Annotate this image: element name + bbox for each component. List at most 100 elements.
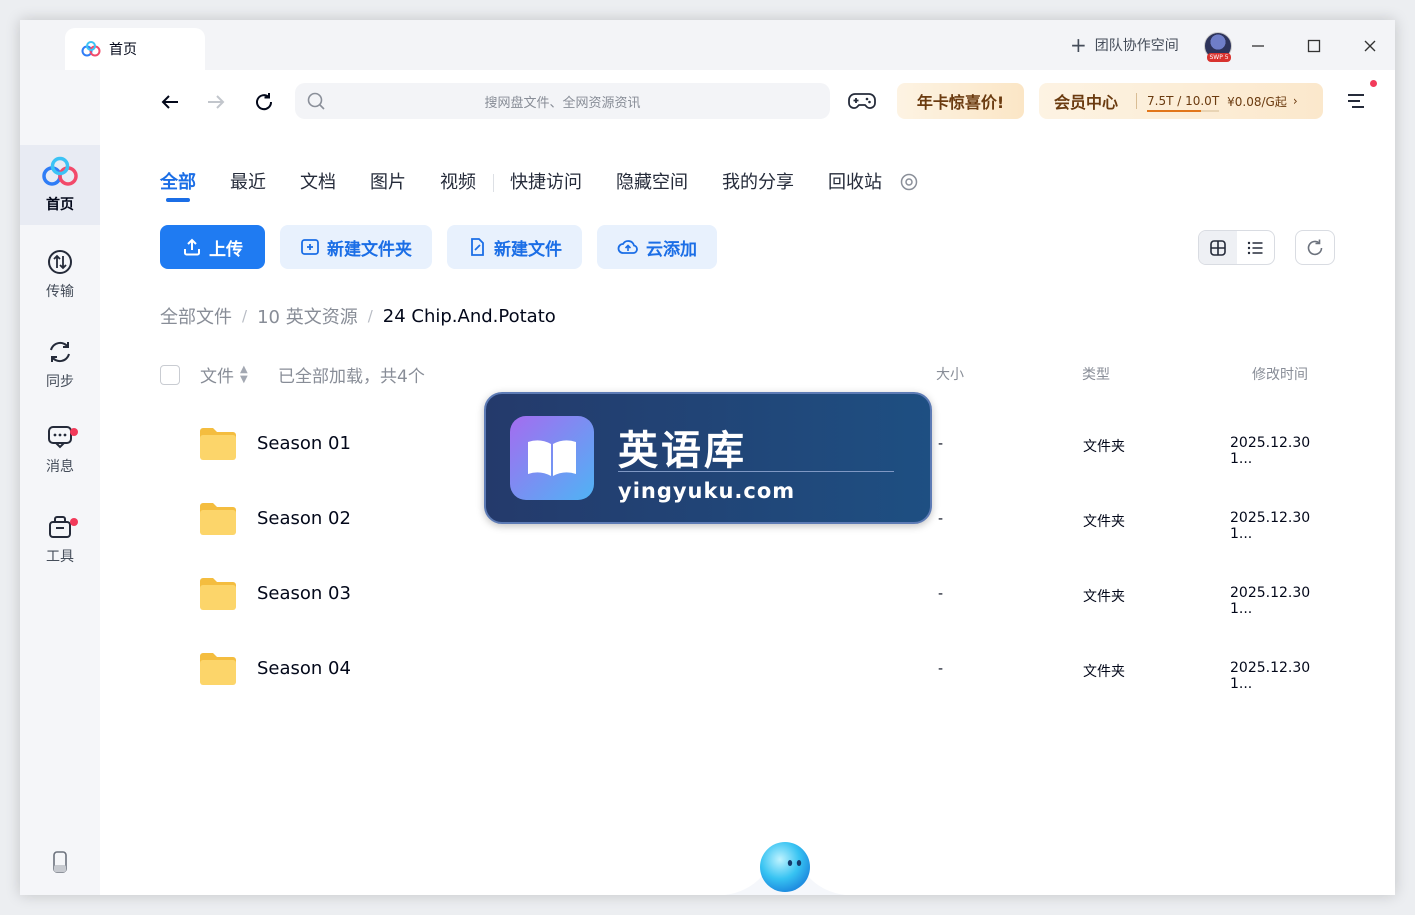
breadcrumb-separator: / [367,307,373,325]
upload-button[interactable]: 上传 [160,225,265,269]
tab-videos[interactable]: 视频 [440,168,494,194]
category-tabs: 全部 最近 文档 图片 视频 快捷访问 隐藏空间 我的分享 回收站 [160,166,918,202]
menu-icon[interactable] [1345,90,1367,112]
new-folder-label: 新建文件夹 [327,239,412,260]
vip-center-label: 会员中心 [1054,93,1119,112]
tab-label: 回收站 [828,172,882,193]
list-view-icon [1248,241,1263,254]
notification-dot [1370,80,1377,87]
toolbox-icon [49,516,71,538]
tab-my-shares[interactable]: 我的分享 [722,168,794,194]
cloud-add-button[interactable]: 云添加 [597,225,717,269]
sidebar-item-tools[interactable]: 工具 [20,500,100,580]
file-type: 文件夹 [1083,589,1125,605]
file-column-header[interactable]: 文件 ▲ ▼ [200,362,248,387]
cloud-upload-icon [617,240,638,254]
vip-center-button[interactable]: 会员中心 7.5T / 10.0T ¥0.08/G起 › [1039,83,1323,119]
file-name[interactable]: Season 02 [257,508,351,529]
tab-pictures[interactable]: 图片 [370,168,406,194]
minimize-button[interactable] [1244,32,1272,60]
baidu-netdisk-logo-icon [42,156,78,186]
chevron-right-icon: › [1292,94,1298,108]
breadcrumb-item[interactable]: 全部文件 [160,303,232,329]
list-view-button[interactable] [1237,231,1275,264]
search-placeholder: 搜网盘文件、全网资源资讯 [484,95,641,111]
tab-hidden-space[interactable]: 隐藏空间 [616,168,688,194]
divider [618,471,894,472]
new-file-button[interactable]: 新建文件 [447,225,582,269]
breadcrumb: 全部文件 / 10 英文资源 / 24 Chip.And.Potato [160,303,556,329]
size-column-header[interactable]: 大小 [936,364,964,384]
storage-quota-text: 7.5T / 10.0T [1147,94,1220,108]
watermark-title: 英语库 [618,428,747,474]
folder-icon [200,428,236,460]
modified-time-column-header[interactable]: 修改时间 [1252,364,1308,384]
type-column-header[interactable]: 类型 [1082,364,1110,384]
new-file-icon [471,238,484,256]
promo-annual-card-button[interactable]: 年卡惊喜价! [897,83,1024,119]
tab-label: 隐藏空间 [616,172,688,193]
watermark-banner: 英语库 yingyuku.com [484,392,932,524]
new-folder-button[interactable]: 新建文件夹 [280,225,432,269]
file-name[interactable]: Season 03 [257,583,351,604]
file-name[interactable]: Season 01 [257,433,351,454]
watermark-url: yingyuku.com [618,479,796,503]
file-type: 文件夹 [1083,514,1125,530]
refresh-icon[interactable] [252,90,276,114]
baidu-netdisk-logo-icon [81,41,101,57]
sidebar: 首页 传输 同步 消息 工具 [20,70,100,895]
file-type: 文件夹 [1083,439,1125,455]
table-row[interactable]: Season 03 - 文件夹 2025.12.30 1... [160,558,1335,633]
tab-recent[interactable]: 最近 [230,168,266,194]
avatar-badge: SWP 5 [1207,53,1231,62]
tab-label: 全部 [160,172,196,193]
grid-view-button[interactable] [1199,231,1237,264]
assistant-mascot-icon[interactable] [715,815,855,895]
file-modified-time: 2025.12.30 1... [1230,510,1311,542]
sidebar-item-label: 传输 [46,284,74,300]
tab-quick-access[interactable]: 快捷访问 [510,168,582,194]
forward-arrow-icon[interactable] [204,90,228,114]
search-icon [307,92,325,110]
avatar[interactable]: SWP 5 [1204,32,1232,62]
active-underline [166,198,190,202]
mobile-device-icon[interactable] [50,851,70,873]
refresh-list-button[interactable] [1295,230,1335,265]
sidebar-item-sync[interactable]: 同步 [20,325,100,405]
cloud-add-label: 云添加 [646,239,697,260]
select-all-checkbox[interactable] [160,365,180,385]
new-folder-icon [301,239,319,255]
close-button[interactable] [1356,32,1384,60]
tab-label: 首页 [109,42,137,58]
tab-home[interactable]: 首页 [65,28,205,70]
divider [1136,93,1138,109]
gamepad-icon[interactable] [848,89,876,113]
grid-view-icon [1209,239,1226,256]
team-space-button[interactable]: + 团队协作空间 [1070,34,1179,56]
promo-label: 年卡惊喜价! [916,93,1005,112]
file-modified-time: 2025.12.30 1... [1230,660,1311,692]
breadcrumb-item[interactable]: 10 英文资源 [257,303,358,329]
tab-recycle-bin[interactable]: 回收站 [828,168,882,194]
table-row[interactable]: Season 04 - 文件夹 2025.12.30 1... [160,633,1335,708]
maximize-button[interactable] [1300,32,1328,60]
maximize-icon [1307,39,1321,53]
upload-label: 上传 [209,239,243,260]
tab-all[interactable]: 全部 [160,168,196,202]
file-size: - [938,436,944,452]
tab-documents[interactable]: 文档 [300,168,336,194]
file-size: - [938,586,944,602]
search-input[interactable]: 搜网盘文件、全网资源资讯 [295,83,830,119]
book-logo-icon [510,416,594,500]
title-bar: 首页 + 团队协作空间 SWP 5 [20,20,1395,70]
file-name[interactable]: Season 04 [257,658,351,679]
tab-settings-icon[interactable] [900,173,918,191]
back-arrow-icon[interactable] [158,90,182,114]
team-space-label: 团队协作空间 [1094,38,1179,54]
folder-icon [200,578,236,610]
sidebar-item-transfer[interactable]: 传输 [20,235,100,315]
sidebar-item-home[interactable]: 首页 [20,145,100,225]
view-mode-toggle [1198,230,1275,265]
refresh-icon [1307,239,1323,255]
sidebar-item-messages[interactable]: 消息 [20,410,100,490]
